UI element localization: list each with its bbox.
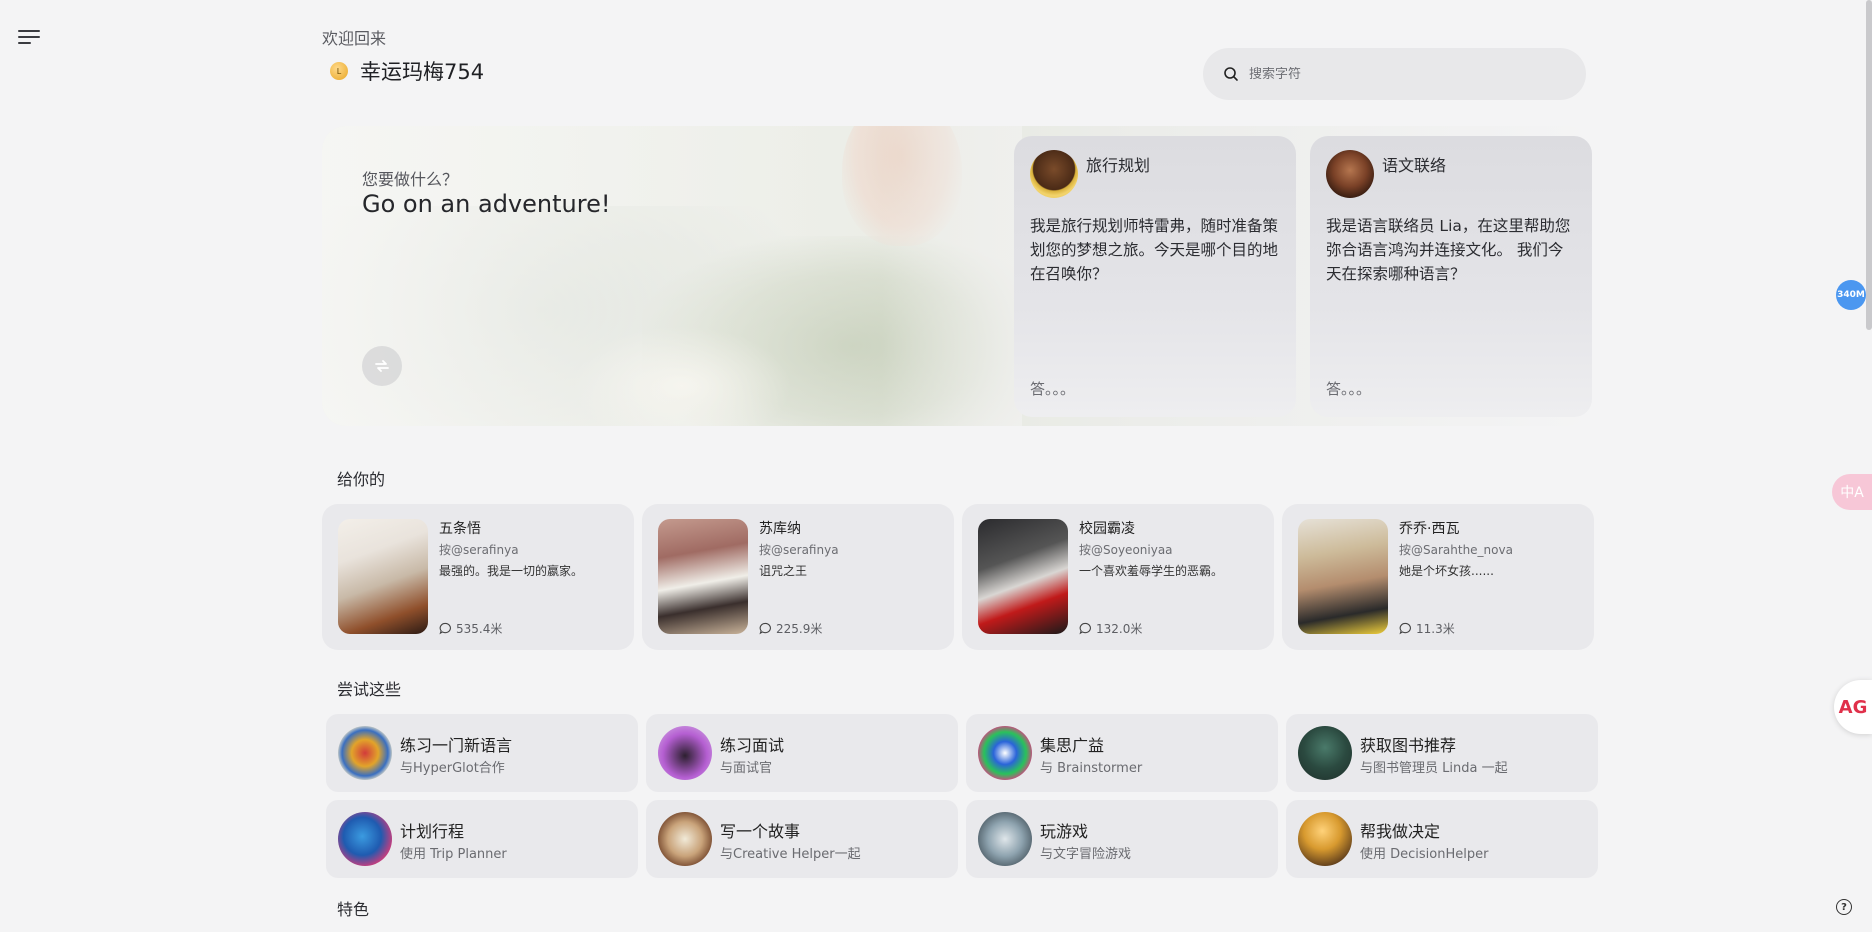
ag-extension-button[interactable]: AG <box>1834 680 1872 734</box>
try-subtitle: 与HyperGlot合作 <box>400 761 505 776</box>
search-bar[interactable] <box>1203 48 1586 100</box>
character-name: 语文联络 <box>1382 156 1447 175</box>
character-card[interactable]: 五条悟 按@serafinya 最强的。我是一切的嬴家。 535.4米 <box>322 504 634 650</box>
character-greeting: 我是语言联络员 Lia，在这里帮助您弥合语言鸿沟并连接文化。 我们今天在探索哪种… <box>1326 217 1571 283</box>
character-card[interactable]: 苏库纳 按@serafinya 诅咒之王 225.9米 <box>642 504 954 650</box>
character-avatar <box>1030 150 1078 198</box>
try-title: 练习面试 <box>720 736 785 755</box>
user-info[interactable]: L 幸运玛梅754 <box>330 56 484 86</box>
character-description: 她是个坏女孩...... <box>1399 564 1494 578</box>
hero-title: Go on an adventure! <box>362 190 611 218</box>
chat-count: 535.4米 <box>439 620 502 637</box>
try-card[interactable]: 获取图书推荐 与图书管理员 Linda 一起 <box>1286 714 1598 792</box>
try-card[interactable]: 写一个故事 与Creative Helper一起 <box>646 800 958 878</box>
interviewer-icon <box>658 726 712 780</box>
translate-button[interactable]: 中A <box>1832 474 1872 510</box>
try-card[interactable]: 练习一门新语言 与HyperGlot合作 <box>326 714 638 792</box>
section-title-featured: 特色 <box>337 900 370 919</box>
extension-badge[interactable]: 340M <box>1836 280 1866 310</box>
menu-icon <box>18 30 40 32</box>
chat-count: 225.9米 <box>759 620 822 637</box>
character-image <box>658 519 748 634</box>
character-author[interactable]: 按@Soyeoniyaa <box>1079 541 1264 558</box>
chat-bubble-icon <box>1399 622 1411 635</box>
user-avatar: L <box>330 62 348 80</box>
refresh-icon <box>375 360 389 372</box>
character-description: 诅咒之王 <box>759 564 808 578</box>
welcome-text: 欢迎回来 <box>322 29 387 48</box>
try-subtitle: 与面试官 <box>720 761 773 776</box>
character-name: 五条悟 <box>439 521 481 537</box>
try-title: 获取图书推荐 <box>1360 736 1457 755</box>
refresh-button[interactable] <box>362 346 402 386</box>
librarian-icon <box>1298 726 1352 780</box>
hero-question: 您要做什么？ <box>362 170 459 189</box>
lightbulb-icon <box>978 726 1032 780</box>
try-subtitle: 使用 DecisionHelper <box>1360 847 1489 862</box>
chat-bubble-icon <box>439 622 451 635</box>
try-title: 帮我做决定 <box>1360 822 1441 841</box>
try-card[interactable]: 计划行程 使用 Trip Planner <box>326 800 638 878</box>
try-subtitle: 与图书管理员 Linda 一起 <box>1360 761 1508 776</box>
try-card[interactable]: 练习面试 与面试官 <box>646 714 958 792</box>
character-avatar <box>1326 150 1374 198</box>
character-greeting: 我是旅行规划师特雷弗，随时准备策划您的梦想之旅。今天是哪个目的地在召唤你？ <box>1030 217 1279 283</box>
try-title: 玩游戏 <box>1040 822 1089 841</box>
hero-character-card[interactable]: 语文联络 我是语言联络员 Lia，在这里帮助您弥合语言鸿沟并连接文化。 我们今天… <box>1310 136 1592 417</box>
menu-button[interactable] <box>18 30 40 48</box>
character-author[interactable]: 按@Sarahthe_nova <box>1399 541 1584 558</box>
chat-count: 132.0米 <box>1079 620 1142 637</box>
try-card[interactable]: 玩游戏 与文字冒险游戏 <box>966 800 1278 878</box>
try-title: 练习一门新语言 <box>400 736 513 755</box>
try-subtitle: 与文字冒险游戏 <box>1040 847 1132 862</box>
try-title: 计划行程 <box>400 822 465 841</box>
character-name: 乔乔·西瓦 <box>1399 521 1460 537</box>
reply-prompt[interactable]: 答。。。 <box>1030 378 1075 399</box>
try-card[interactable]: 集思广益 与 Brainstormer <box>966 714 1278 792</box>
character-name: 旅行规划 <box>1086 156 1151 175</box>
section-title-for-you: 给你的 <box>337 470 386 489</box>
character-card[interactable]: 乔乔·西瓦 按@Sarahthe_nova 她是个坏女孩...... 11.3米 <box>1282 504 1594 650</box>
character-description: 最强的。我是一切的嬴家。 <box>439 564 584 578</box>
help-icon[interactable]: ? <box>1836 899 1852 915</box>
character-name: 苏库纳 <box>759 521 801 537</box>
try-title: 集思广益 <box>1040 736 1105 755</box>
section-title-try-these: 尝试这些 <box>337 680 402 699</box>
scrollbar[interactable] <box>1866 0 1872 330</box>
chat-count: 11.3米 <box>1399 620 1455 637</box>
search-icon <box>1224 67 1238 81</box>
try-subtitle: 使用 Trip Planner <box>400 847 507 862</box>
character-card[interactable]: 校园霸凌 按@Soyeoniyaa 一个喜欢羞辱学生的恶霸。 132.0米 <box>962 504 1274 650</box>
chat-bubble-icon <box>1079 622 1091 635</box>
book-icon <box>658 812 712 866</box>
chat-bubble-icon <box>759 622 771 635</box>
character-image <box>338 519 428 634</box>
character-author[interactable]: 按@serafinya <box>759 541 944 558</box>
character-author[interactable]: 按@serafinya <box>439 541 624 558</box>
character-name: 校园霸凌 <box>1079 521 1135 537</box>
character-image <box>978 519 1068 634</box>
try-card[interactable]: 帮我做决定 使用 DecisionHelper <box>1286 800 1598 878</box>
decision-icon <box>1298 812 1352 866</box>
reply-prompt[interactable]: 答。。。 <box>1326 378 1371 399</box>
shield-icon <box>978 812 1032 866</box>
earth-icon <box>338 812 392 866</box>
try-subtitle: 与Creative Helper一起 <box>720 847 861 862</box>
try-subtitle: 与 Brainstormer <box>1040 761 1143 776</box>
globe-icon <box>338 726 392 780</box>
hero-character-card[interactable]: 旅行规划 我是旅行规划师特雷弗，随时准备策划您的梦想之旅。今天是哪个目的地在召唤… <box>1014 136 1296 417</box>
try-title: 写一个故事 <box>720 822 801 841</box>
user-name: 幸运玛梅754 <box>360 60 485 84</box>
character-description: 一个喜欢羞辱学生的恶霸。 <box>1079 564 1224 578</box>
character-image <box>1298 519 1388 634</box>
search-input[interactable] <box>1249 66 1549 82</box>
